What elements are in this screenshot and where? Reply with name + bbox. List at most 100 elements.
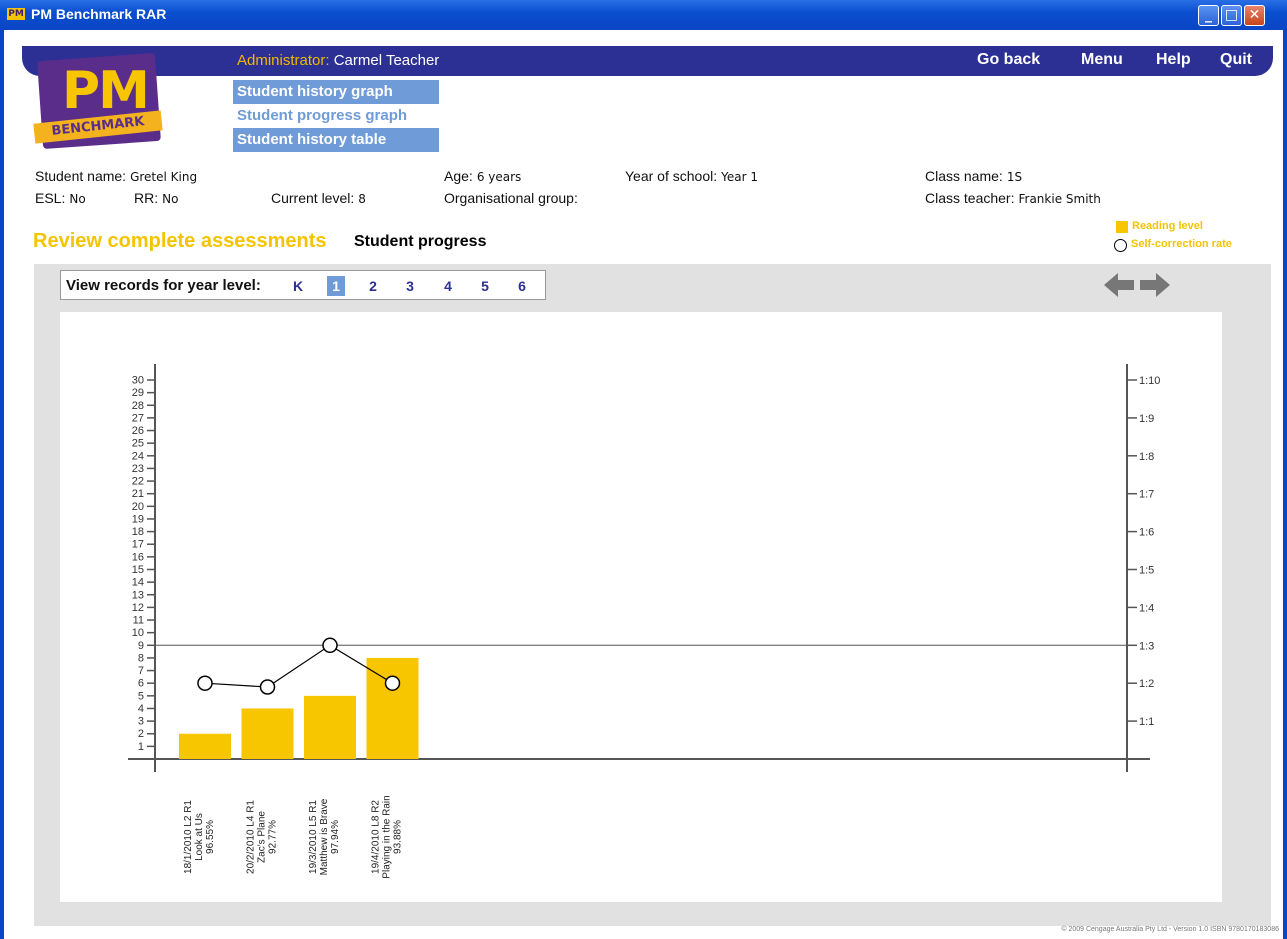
left-tick-label: 6 xyxy=(138,678,144,690)
self-correction-legend-swatch xyxy=(1114,239,1127,252)
year-level-k[interactable]: K xyxy=(289,278,307,294)
maximize-button[interactable]: □ xyxy=(1221,5,1242,26)
left-tick-label: 20 xyxy=(132,501,144,513)
left-tick-label: 11 xyxy=(133,615,144,627)
esl-value: No xyxy=(69,192,86,206)
organisational-group-label: Organisational group: xyxy=(444,190,578,206)
copyright-text: © 2009 Cengage Australia Pty Ltd - Versi… xyxy=(1061,926,1279,933)
help-link[interactable]: Help xyxy=(1156,51,1191,69)
class-name-label: Class name: xyxy=(925,168,1003,184)
reading-level-legend-label: Reading level xyxy=(1132,220,1203,232)
self-correction-point xyxy=(197,675,213,691)
year-level-6[interactable]: 6 xyxy=(513,278,531,294)
left-tick-label: 4 xyxy=(138,703,144,715)
year-level-5[interactable]: 5 xyxy=(476,278,494,294)
reading-level-legend-swatch xyxy=(1116,221,1128,233)
left-tick-label: 30 xyxy=(132,375,144,387)
self-correction-line xyxy=(204,644,393,688)
student-name-field: Student name: Gretel King xyxy=(35,168,197,184)
year-level-3[interactable]: 3 xyxy=(401,278,419,294)
category-label: 18/1/2010 L2 R1Look at Us96.55% xyxy=(183,800,216,874)
svg-text:19/4/2010 L8 R2Playing in the: 19/4/2010 L8 R2Playing in the Rain93.88% xyxy=(371,795,404,878)
class-teacher-value: Frankie Smith xyxy=(1018,192,1101,206)
age-value: 6 years xyxy=(476,170,522,184)
left-tick-label: 3 xyxy=(138,716,144,728)
left-tick-label: 8 xyxy=(138,652,144,664)
esl-field: ESL: No xyxy=(35,190,86,206)
left-tick-label: 28 xyxy=(132,400,144,412)
menu-link[interactable]: Menu xyxy=(1081,51,1123,69)
year-level-4[interactable]: 4 xyxy=(439,278,457,294)
category-label: 20/2/2010 L4 R1Zac's Plane92.77% xyxy=(246,800,279,874)
left-tick-label: 14 xyxy=(132,577,144,589)
self-correction-legend-label: Self-correction rate xyxy=(1131,238,1232,250)
self-correction-point xyxy=(259,679,276,695)
current-level-label: Current level: xyxy=(271,190,355,206)
admin-info: Administrator: Carmel Teacher xyxy=(237,52,439,69)
close-button[interactable]: ✕ xyxy=(1244,5,1265,26)
age-field: Age: 6 years xyxy=(444,168,521,184)
left-tick-label: 25 xyxy=(132,438,144,450)
left-tick-label: 22 xyxy=(132,476,144,488)
class-teacher-field: Class teacher: Frankie Smith xyxy=(925,190,1101,206)
student-progress-graph-link[interactable]: Student progress graph xyxy=(233,104,439,128)
organisational-group-field: Organisational group: xyxy=(444,190,582,206)
left-tick-label: 24 xyxy=(132,450,144,462)
left-tick-label: 29 xyxy=(132,387,144,399)
window-border-right xyxy=(1283,30,1287,939)
right-tick-label: 1:6 xyxy=(1139,527,1154,539)
left-tick-label: 9 xyxy=(138,640,144,652)
class-name-field: Class name: 1S xyxy=(925,168,1022,184)
right-tick-label: 1:9 xyxy=(1139,413,1154,425)
age-label: Age: xyxy=(444,168,473,184)
reading-level-bar xyxy=(241,708,294,759)
right-tick-label: 1:10 xyxy=(1139,375,1160,387)
right-tick-label: 1:1 xyxy=(1139,716,1154,728)
left-tick-label: 17 xyxy=(132,539,144,551)
next-arrow-icon[interactable] xyxy=(1140,273,1170,297)
quit-link[interactable]: Quit xyxy=(1220,51,1252,69)
window-border-left xyxy=(0,30,4,939)
pm-benchmark-logo: PM BENCHMARK xyxy=(33,52,167,150)
chart-area: 1 2 3 4 5 6 7 8 9 10 11 12 13 14 15 16 17 18 19 20 21 22 23 24 2… xyxy=(60,312,1222,902)
left-tick-label: 12 xyxy=(132,602,144,614)
esl-label: ESL: xyxy=(35,190,66,206)
window-title: PM Benchmark RAR xyxy=(31,6,167,22)
year-level-2[interactable]: 2 xyxy=(364,278,382,294)
student-name-label: Student name: xyxy=(35,168,127,184)
admin-label: Administrator: xyxy=(237,52,330,69)
self-correction-point xyxy=(384,675,401,691)
left-tick-label: 1 xyxy=(138,741,144,753)
student-history-table-link[interactable]: Student history table xyxy=(233,128,439,152)
right-tick-label: 1:8 xyxy=(1139,451,1154,463)
year-level-1[interactable]: 1 xyxy=(327,276,345,296)
window-titlebar: PM PM Benchmark RAR _ □ ✕ xyxy=(0,0,1287,30)
previous-arrow-icon[interactable] xyxy=(1104,273,1134,297)
left-tick-label: 27 xyxy=(132,412,144,424)
class-name-value: 1S xyxy=(1006,170,1023,184)
progress-chart: 1234567891011121314151617181920212223242… xyxy=(128,364,1160,879)
go-back-link[interactable]: Go back xyxy=(977,51,1040,69)
left-tick-label: 16 xyxy=(132,551,144,563)
left-tick-label: 21 xyxy=(132,488,144,500)
reading-level-bar xyxy=(304,695,356,759)
self-correction-point xyxy=(322,637,338,654)
year-of-school-label: Year of school: xyxy=(625,168,718,184)
svg-text:18/1/2010 L2 R1Look at Us96.55: 18/1/2010 L2 R1Look at Us96.55% xyxy=(183,800,216,874)
left-tick-label: 15 xyxy=(132,564,144,576)
student-history-graph-link[interactable]: Student history graph xyxy=(233,80,439,104)
left-tick-label: 18 xyxy=(132,526,144,538)
left-tick-label: 19 xyxy=(132,513,144,525)
right-tick-label: 1:5 xyxy=(1139,565,1154,577)
admin-name: Carmel Teacher xyxy=(333,52,440,69)
reading-level-bar xyxy=(366,657,419,759)
review-assessments-heading[interactable]: Review complete assessments xyxy=(33,230,327,253)
year-of-school-field: Year of school: Year 1 xyxy=(625,168,758,184)
year-of-school-value: Year 1 xyxy=(721,170,758,184)
minimize-button[interactable]: _ xyxy=(1198,5,1219,26)
left-tick-label: 7 xyxy=(138,665,144,677)
student-progress-heading: Student progress xyxy=(354,233,487,250)
category-label: 19/4/2010 L8 R2Playing in the Rain93.88% xyxy=(371,795,404,878)
svg-text:20/2/2010 L4 R1Zac's Plane92.7: 20/2/2010 L4 R1Zac's Plane92.77% xyxy=(246,800,279,874)
arrows-group xyxy=(1104,273,1170,297)
